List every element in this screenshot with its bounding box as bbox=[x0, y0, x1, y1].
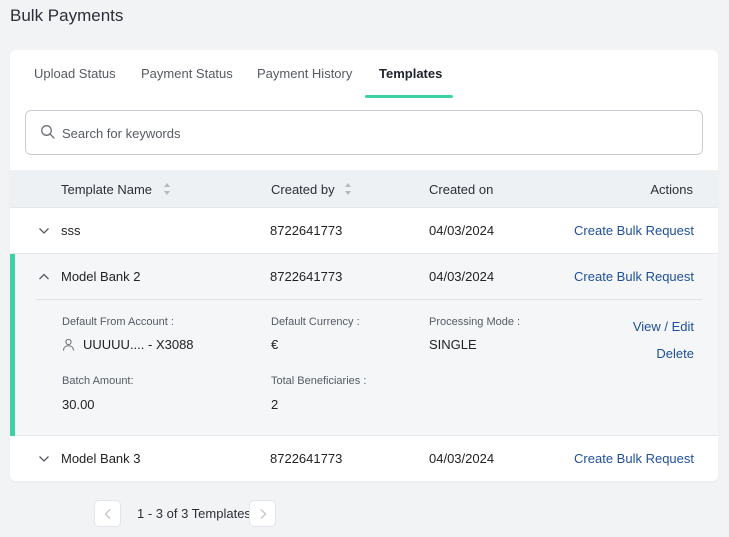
total-beneficiaries-value: 2 bbox=[271, 397, 279, 412]
template-name: Model Bank 2 bbox=[61, 269, 141, 284]
chevron-right-icon bbox=[260, 509, 267, 519]
search-icon bbox=[41, 125, 55, 139]
created-by: 8722641773 bbox=[270, 223, 343, 238]
default-from-account-value: UUUUU.... - X3088 bbox=[83, 337, 194, 352]
created-on: 04/03/2024 bbox=[429, 223, 495, 238]
header-created-on: Created on bbox=[429, 182, 494, 197]
created-by: 8722641773 bbox=[270, 269, 343, 284]
created-on: 04/03/2024 bbox=[429, 269, 495, 284]
chevron-left-icon bbox=[104, 509, 111, 519]
table-row-expanded: Model Bank 2 8722641773 04/03/2024 Creat… bbox=[10, 254, 718, 436]
batch-amount-value: 30.00 bbox=[62, 397, 95, 412]
page-title: Bulk Payments bbox=[10, 6, 124, 25]
create-bulk-request-link[interactable]: Create Bulk Request bbox=[574, 223, 694, 238]
created-on: 04/03/2024 bbox=[429, 451, 495, 466]
table-row: sss 8722641773 04/03/2024 Create Bulk Re… bbox=[10, 208, 718, 254]
header-template-name: Template Name bbox=[61, 182, 153, 197]
template-name: sss bbox=[61, 223, 81, 238]
search-box[interactable] bbox=[25, 110, 703, 155]
templates-card: Upload Status Payment Status Payment His… bbox=[10, 50, 718, 481]
default-currency-label: Default Currency : bbox=[271, 316, 360, 328]
create-bulk-request-link[interactable]: Create Bulk Request bbox=[574, 451, 694, 466]
expanded-row-indicator bbox=[10, 254, 15, 436]
table-row: Model Bank 3 8722641773 04/03/2024 Creat… bbox=[10, 436, 718, 481]
header-created-by: Created by bbox=[271, 182, 335, 197]
chevron-up-icon[interactable] bbox=[38, 271, 50, 283]
user-icon bbox=[63, 338, 74, 351]
processing-mode-label: Processing Mode : bbox=[429, 316, 521, 328]
batch-amount-label: Batch Amount: bbox=[62, 375, 134, 387]
chevron-down-icon[interactable] bbox=[38, 225, 50, 237]
view-edit-link[interactable]: View / Edit bbox=[633, 319, 694, 334]
create-bulk-request-link[interactable]: Create Bulk Request bbox=[574, 269, 694, 284]
tab-templates[interactable]: Templates bbox=[379, 66, 442, 81]
previous-page-button[interactable] bbox=[94, 500, 121, 527]
tab-payment-status[interactable]: Payment Status bbox=[141, 66, 233, 81]
pagination-summary: 1 - 3 of 3 Templates bbox=[137, 506, 251, 521]
sort-icon[interactable] bbox=[163, 182, 171, 196]
tab-bar: Upload Status Payment Status Payment His… bbox=[10, 50, 718, 98]
search-input[interactable] bbox=[62, 122, 682, 144]
tab-payment-history[interactable]: Payment History bbox=[257, 66, 352, 81]
header-actions: Actions bbox=[650, 182, 693, 197]
processing-mode-value: SINGLE bbox=[429, 337, 477, 352]
tab-upload-status[interactable]: Upload Status bbox=[34, 66, 116, 81]
created-by: 8722641773 bbox=[270, 451, 343, 466]
detail-divider bbox=[36, 299, 702, 300]
table-header: Template Name Created by Created on Acti… bbox=[10, 170, 718, 208]
template-name: Model Bank 3 bbox=[61, 451, 141, 466]
next-page-button[interactable] bbox=[249, 500, 276, 527]
default-from-account-label: Default From Account : bbox=[62, 316, 174, 328]
delete-link[interactable]: Delete bbox=[656, 346, 694, 361]
default-currency-value: € bbox=[271, 337, 279, 352]
chevron-down-icon[interactable] bbox=[38, 453, 50, 465]
sort-icon[interactable] bbox=[344, 182, 352, 196]
total-beneficiaries-label: Total Beneficiaries : bbox=[271, 375, 367, 387]
active-tab-indicator bbox=[365, 95, 453, 98]
